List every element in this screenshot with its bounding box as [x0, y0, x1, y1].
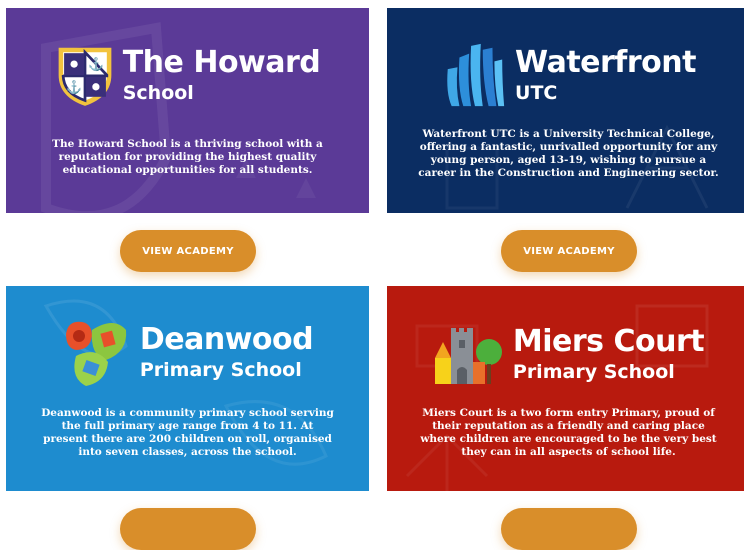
leaves-icon [65, 321, 127, 386]
academy-card-waterfront: Waterfront UTC Waterfront UTC is a Unive… [387, 8, 744, 213]
logo-waterfront: Waterfront UTC [387, 40, 744, 110]
school-title: Waterfront [515, 44, 696, 80]
view-academy-button-howard[interactable]: VIEW ACADEMY [120, 230, 256, 272]
school-description: Waterfront UTC is a University Technical… [418, 128, 719, 179]
school-title: Deanwood [139, 321, 314, 357]
castle-tree-icon [434, 328, 502, 384]
academy-card-deanwood: Deanwood Primary School Deanwood is a co… [6, 286, 369, 491]
school-subtitle: Primary School [512, 360, 675, 383]
svg-text:⚓: ⚓ [88, 57, 104, 72]
logo-howard: ⚓ ⚓ The Howard School [6, 42, 369, 108]
academy-card-the-howard: ⚓ ⚓ The Howard School The Howard School … [6, 8, 369, 213]
shield-watermark-icon [41, 22, 316, 213]
school-subtitle: School [122, 81, 194, 104]
logo-miers-court: Miers Court Primary School [387, 318, 744, 390]
view-academy-button-miers-court[interactable] [501, 508, 637, 550]
logo-deanwood: Deanwood Primary School [6, 316, 369, 388]
structure-watermark-icon [445, 124, 709, 210]
school-subtitle: Primary School [139, 358, 302, 381]
bar-bundle-icon [447, 43, 505, 107]
school-description: Deanwood is a community primary school s… [41, 407, 334, 458]
view-academy-button-deanwood[interactable] [120, 508, 256, 550]
school-subtitle: UTC [515, 81, 558, 104]
shield-crest-icon: ⚓ ⚓ [58, 47, 112, 106]
school-description: The Howard School is a thriving school w… [52, 138, 323, 176]
academy-card-miers-court: Miers Court Primary School Miers Court i… [387, 286, 744, 491]
school-title: The Howard [122, 44, 321, 80]
view-academy-button-waterfront[interactable]: VIEW ACADEMY [501, 230, 637, 272]
school-description: Miers Court is a two form entry Primary,… [420, 407, 717, 458]
svg-text:⚓: ⚓ [66, 79, 82, 94]
school-title: Miers Court [512, 323, 705, 359]
